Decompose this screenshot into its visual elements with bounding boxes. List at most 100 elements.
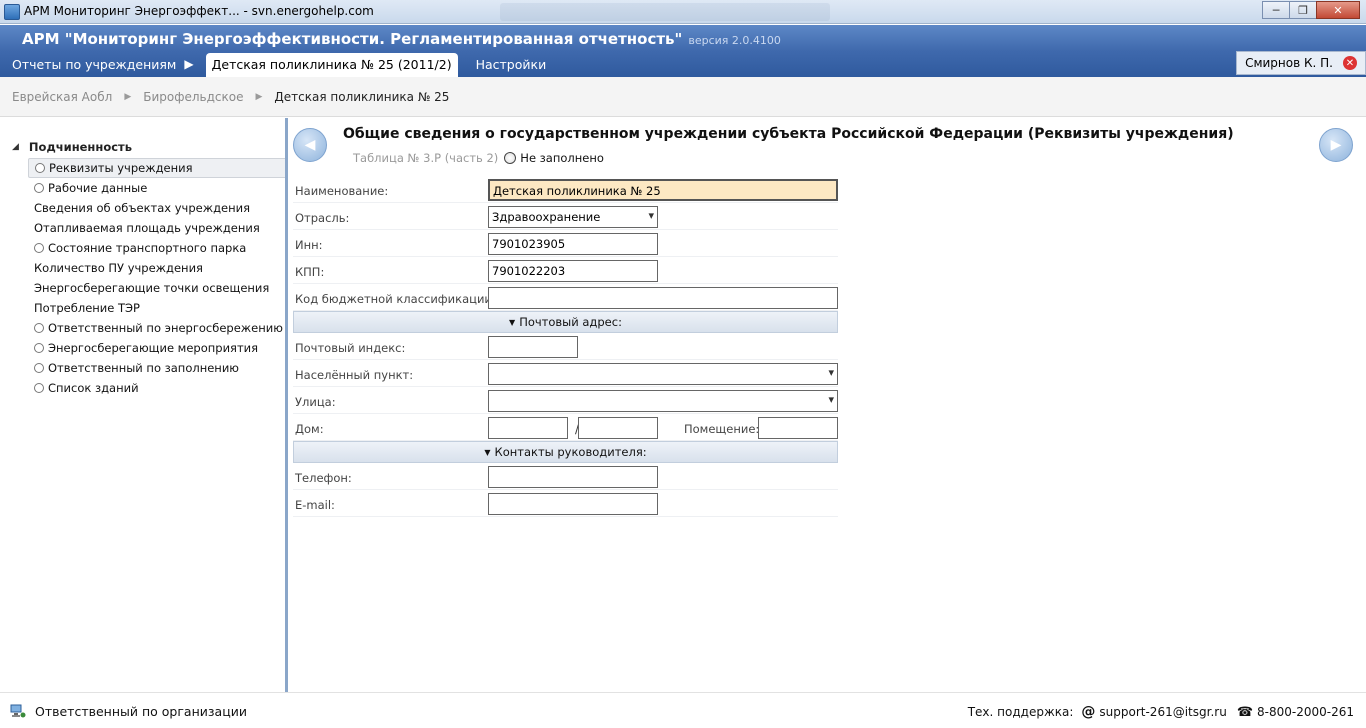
kpp-label: КПП: [295,265,325,279]
tree-item-label: Потребление ТЭР [34,301,140,315]
tree-root[interactable]: ◢ Подчиненность [12,140,132,154]
tree-item-label: Ответственный по энергосбережению [48,321,283,335]
tree-item-label: Список зданий [48,381,139,395]
tree-item-label: Отапливаемая площадь учреждения [34,221,260,235]
minimize-button[interactable]: ─ [1262,1,1290,19]
support-email[interactable]: support-261@itsgr.ru [1099,705,1226,719]
support-phone: 8-800-2000-261 [1257,705,1354,719]
industry-select[interactable]: Здравоохранение [488,206,658,228]
app-icon [4,4,20,20]
tree-item-requisites[interactable]: Реквизиты учреждения [28,158,287,178]
form-row-name: Наименование: Детская поликлиника № 25 [293,176,838,203]
tab-current-institution-label: Детская поликлиника № 25 (2011/2) [211,57,452,72]
tree-item-filling-responsible[interactable]: Ответственный по заполнению [28,358,287,378]
form-row-zip: Почтовый индекс: [293,333,838,360]
email-field[interactable] [488,493,658,515]
main-panel: ◀ ▶ Общие сведения о государственном учр… [288,118,1366,692]
kpp-field[interactable]: 7901022203 [488,260,658,282]
collapse-triangle-icon[interactable]: ◢ [12,142,19,152]
building-field[interactable] [578,417,658,439]
window-titlebar: АРМ Мониторинг Энергоэффект... - svn.ene… [0,0,1366,24]
tree-item-consumption[interactable]: Потребление ТЭР [28,298,287,318]
tree-item-measures[interactable]: Энергосберегающие мероприятия [28,338,287,358]
radio-icon [35,163,45,173]
email-label: E-mail: [295,498,335,512]
tree-item-label: Энергосберегающие мероприятия [48,341,259,355]
form-row-industry: Отрасль: Здравоохранение [293,203,838,230]
tree-item-label: Состояние транспортного парка [48,241,247,255]
responsible-link[interactable]: Ответственный по организации [35,704,247,719]
tree-item-label: Количество ПУ учреждения [34,261,203,275]
inn-label: Инн: [295,238,323,252]
network-computer-icon [10,704,26,718]
budget-code-field[interactable] [488,287,838,309]
form-row-email: E-mail: [293,490,838,517]
inn-field[interactable]: 7901023905 [488,233,658,255]
radio-icon [34,383,44,393]
expand-triangle-icon: ▼ [509,317,516,327]
app-title-text: АРМ "Мониторинг Энергоэффективности. Рег… [22,30,683,48]
maximize-button[interactable]: ❐ [1289,1,1317,19]
form-row-house: Дом: / Помещение: [293,414,838,441]
logout-icon[interactable]: ✕ [1343,56,1357,70]
tree-items: Реквизиты учреждения Рабочие данные Свед… [28,158,287,398]
tree-item-label: Сведения об объектах учреждения [34,201,251,215]
locality-label: Населённый пункт: [295,368,414,382]
user-name: Смирнов К. П. [1245,56,1333,70]
tab-current-institution[interactable]: Детская поликлиника № 25 (2011/2) [205,53,458,77]
tree-item-work-data[interactable]: Рабочие данные [28,178,287,198]
tab-reports[interactable]: Отчеты по учреждениям ▶ [0,53,206,77]
app-version: версия 2.0.4100 [688,34,781,47]
form-row-street: Улица: [293,387,838,414]
close-button[interactable]: ✕ [1316,1,1360,19]
street-label: Улица: [295,395,336,409]
play-arrow-icon: ▶ [184,57,194,71]
radio-icon [34,323,44,333]
form-row-kpp: КПП: 7901022203 [293,257,838,284]
breadcrumb-separator-icon: ▶ [255,91,263,102]
tree-item-objects[interactable]: Сведения об объектах учреждения [28,198,287,218]
requisites-form: Наименование: Детская поликлиника № 25 О… [293,176,838,517]
form-row-locality: Населённый пункт: [293,360,838,387]
budget-code-label: Код бюджетной классификации: [295,292,496,306]
support-label: Тех. поддержка: [967,705,1074,719]
expand-triangle-icon: ▼ [484,447,491,457]
support-info: Тех. поддержка: @ support-261@itsgr.ru ☎… [968,704,1354,720]
phone-field[interactable] [488,466,658,488]
previous-arrow-icon[interactable]: ◀ [293,128,327,162]
app-title: АРМ "Мониторинг Энергоэффективности. Рег… [22,30,781,48]
breadcrumb-item-region[interactable]: Еврейская Аобл [12,90,112,104]
tree-item-label: Энергосберегающие точки освещения [34,281,270,295]
postal-address-section[interactable]: ▼ Почтовый адрес: [293,311,838,333]
sidebar-tree: ◢ Подчиненность Реквизиты учреждения Раб… [0,118,287,692]
at-icon: @ [1081,704,1096,720]
tree-item-energy-responsible[interactable]: Ответственный по энергосбережению [28,318,287,338]
name-field[interactable]: Детская поликлиника № 25 [488,179,838,201]
tree-item-buildings[interactable]: Список зданий [28,378,287,398]
room-label: Помещение: [684,422,760,436]
name-label: Наименование: [295,184,389,198]
form-row-budget-code: Код бюджетной классификации: [293,284,838,311]
zip-field[interactable] [488,336,578,358]
street-select[interactable] [488,390,838,412]
tree-item-meters[interactable]: Количество ПУ учреждения [28,258,287,278]
locality-select[interactable] [488,363,838,385]
breadcrumb-separator-icon: ▶ [124,91,132,102]
status-bar: Ответственный по организации Тех. поддер… [0,692,1366,728]
user-box[interactable]: Смирнов К. П. ✕ [1236,51,1366,75]
house-label: Дом: [295,422,324,436]
room-field[interactable] [758,417,838,439]
tree-item-heated-area[interactable]: Отапливаемая площадь учреждения [28,218,287,238]
tree-item-transport[interactable]: Состояние транспортного парка [28,238,287,258]
tab-settings[interactable]: Настройки [464,53,559,77]
contacts-section[interactable]: ▼ Контакты руководителя: [293,441,838,463]
tree-item-lighting[interactable]: Энергосберегающие точки освещения [28,278,287,298]
next-arrow-icon[interactable]: ▶ [1319,128,1353,162]
house-field[interactable] [488,417,568,439]
contacts-section-label: Контакты руководителя: [494,445,647,459]
form-row-inn: Инн: 7901023905 [293,230,838,257]
status-radio-icon [504,152,517,164]
breadcrumb-item-district[interactable]: Бирофельдское [143,90,243,104]
postal-address-section-label: Почтовый адрес: [519,315,622,329]
table-reference: Таблица № 3.Р (часть 2) [353,151,499,165]
